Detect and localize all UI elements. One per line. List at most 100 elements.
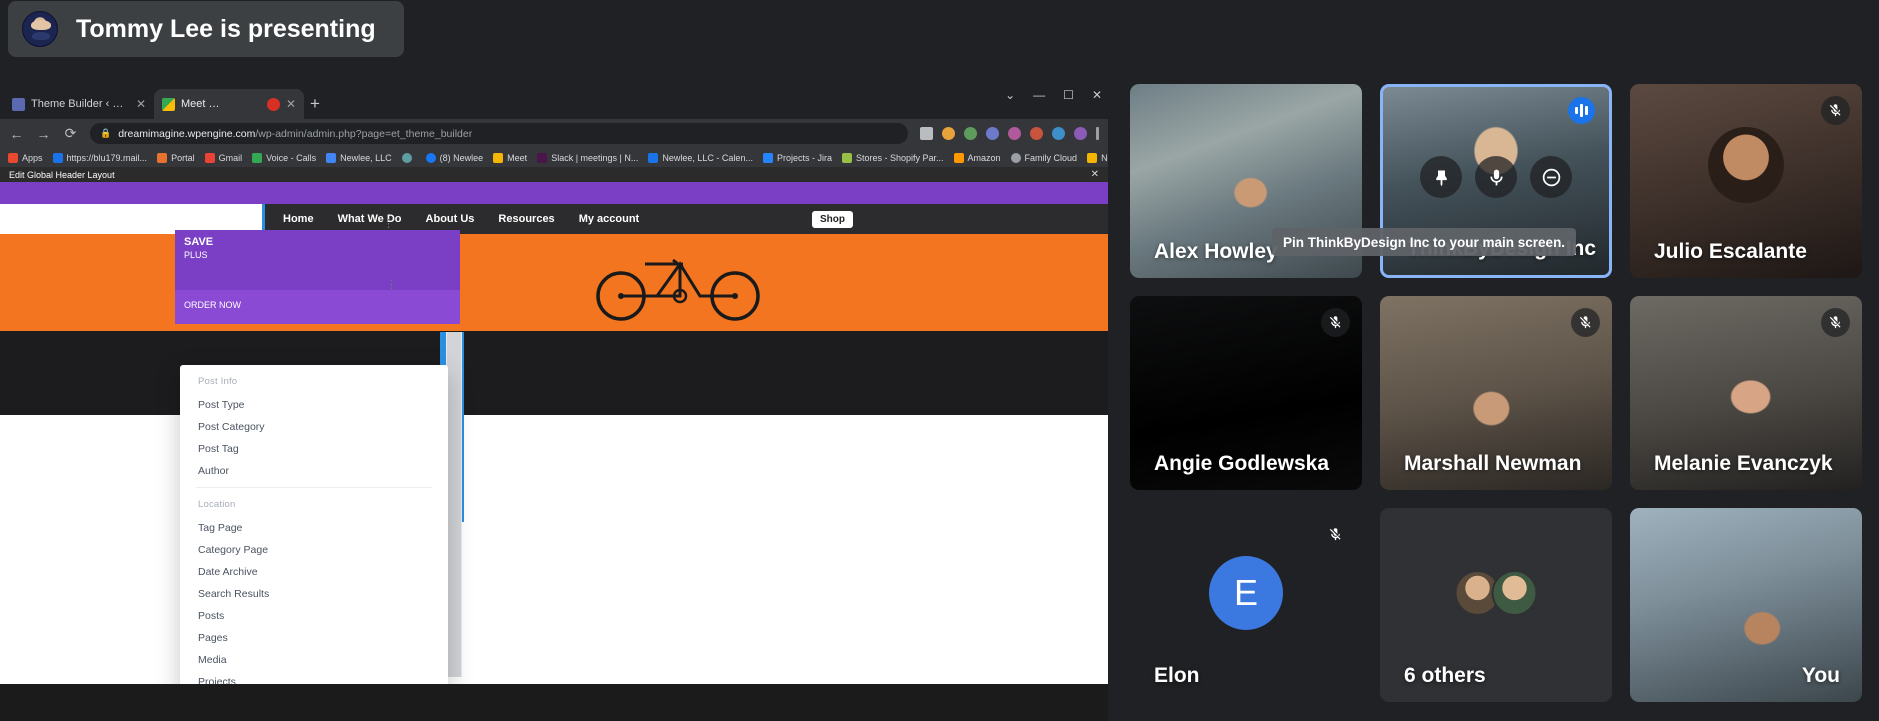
participant-tile-elon[interactable]: E Elon xyxy=(1130,508,1362,702)
dropdown-item-post-type[interactable]: Post Type xyxy=(180,394,448,416)
divi-dynamic-content-dropdown[interactable]: Post Info Post Type Post Category Post T… xyxy=(180,365,448,684)
module-settings-icon[interactable]: ⋮ xyxy=(383,217,394,230)
participant-tile-marshall-newman[interactable]: Marshall Newman xyxy=(1380,296,1612,490)
participant-tile-angie-godlewska[interactable]: Angie Godlewska xyxy=(1130,296,1362,490)
mic-button[interactable] xyxy=(1475,156,1517,199)
bookmark-label: (8) Newlee xyxy=(439,152,484,163)
dropdown-item-tag-page[interactable]: Tag Page xyxy=(180,517,448,539)
back-icon[interactable]: ← xyxy=(9,126,24,142)
bookmark-item[interactable]: Projects - Jira xyxy=(762,152,832,163)
bookmark-favicon xyxy=(648,152,659,163)
dark-section xyxy=(0,331,1108,415)
bookmark-item[interactable] xyxy=(401,152,416,163)
participant-name: Angie Godlewska xyxy=(1154,452,1330,475)
dropdown-item-pages[interactable]: Pages xyxy=(180,627,448,649)
shop-button[interactable]: Shop xyxy=(812,210,853,228)
bookmark-item[interactable]: Stores - Shopify Par... xyxy=(841,152,944,163)
bicycle-image xyxy=(596,258,760,321)
dropdown-item-posts[interactable]: Posts xyxy=(180,605,448,627)
dropdown-item-search-results[interactable]: Search Results xyxy=(180,583,448,605)
dropdown-item-post-category[interactable]: Post Category xyxy=(180,416,448,438)
dropdown-item-date-archive[interactable]: Date Archive xyxy=(180,561,448,583)
bookmark-item[interactable]: (8) Newlee xyxy=(425,152,484,163)
new-tab-button[interactable]: + xyxy=(310,94,320,114)
bookmark-item[interactable]: Amazon xyxy=(953,152,1001,163)
bookmark-item[interactable]: Slack | meetings | N... xyxy=(537,152,639,163)
bookmark-star-icon[interactable] xyxy=(920,127,933,140)
participant-tile-others[interactable]: 6 others xyxy=(1380,508,1612,702)
bookmark-item[interactable]: https://blu179.mail... xyxy=(52,152,147,163)
module-settings-icon[interactable]: ⋮ xyxy=(386,278,397,291)
nav-item-my-account[interactable]: My account xyxy=(579,213,640,225)
speaking-indicator-icon xyxy=(1568,97,1595,124)
bookmark-favicon xyxy=(326,152,337,163)
nav-item-home[interactable]: Home xyxy=(283,213,314,225)
participant-tile-you[interactable]: You xyxy=(1630,508,1862,702)
extension-icon[interactable] xyxy=(964,127,977,140)
bookmark-item[interactable]: Voice - Calls xyxy=(252,152,316,163)
bookmark-label: Amazon xyxy=(967,152,1001,163)
url-path: /wp-admin/admin.php?page=et_theme_builde… xyxy=(255,127,473,140)
microphone-icon xyxy=(1489,169,1503,186)
tab-favicon xyxy=(12,97,25,111)
mute-badge xyxy=(1321,520,1350,549)
maximize-button[interactable]: ☐ xyxy=(1063,88,1074,102)
chrome-menu-icon[interactable] xyxy=(1096,127,1099,140)
site-navigation: Home What We Do About Us Resources My ac… xyxy=(0,204,1108,234)
address-bar[interactable]: 🔒 dreamimagine.wpengine.com/wp-admin/adm… xyxy=(90,123,908,144)
extension-icon[interactable] xyxy=(986,127,999,140)
extension-icon[interactable] xyxy=(942,127,955,140)
dropdown-item-author[interactable]: Author xyxy=(180,460,448,482)
others-avatar-stack xyxy=(1454,570,1538,617)
pin-button[interactable] xyxy=(1420,156,1462,199)
promo-cta: ORDER NOW xyxy=(184,300,241,310)
bookmark-label: Newlee Work xyxy=(1101,152,1108,163)
profile-chevron-icon[interactable]: ⌄ xyxy=(1005,88,1015,102)
bookmark-item[interactable]: Newlee, LLC - Calen... xyxy=(648,152,753,163)
participant-tile-melanie-evanczyk[interactable]: Melanie Evanczyk xyxy=(1630,296,1862,490)
tile-hover-controls xyxy=(1420,156,1572,199)
extension-icon[interactable] xyxy=(1030,127,1043,140)
bookmark-item[interactable]: Newlee, LLC xyxy=(326,152,392,163)
bookmark-item[interactable]: Newlee Work xyxy=(1087,152,1108,163)
reload-icon[interactable]: ⟳ xyxy=(63,125,78,142)
dropdown-item-projects[interactable]: Projects xyxy=(180,671,448,684)
bookmark-item[interactable]: Gmail xyxy=(204,152,242,163)
nav-item-resources[interactable]: Resources xyxy=(498,213,554,225)
nav-item-about-us[interactable]: About Us xyxy=(426,213,475,225)
minimize-button[interactable]: — xyxy=(1033,88,1045,102)
mute-badge xyxy=(1821,96,1850,125)
mute-badge xyxy=(1321,308,1350,337)
bookmark-label: Projects - Jira xyxy=(776,152,832,163)
mute-badge xyxy=(1821,308,1850,337)
bookmark-item[interactable]: Family Cloud xyxy=(1010,152,1077,163)
browser-tab-theme-builder[interactable]: Theme Builder ‹ Divi DFW Testing ✕ xyxy=(4,89,154,119)
browser-tab-meet[interactable]: Meet - igz-mtuu-cni ✕ xyxy=(154,89,304,119)
dropdown-item-category-page[interactable]: Category Page xyxy=(180,539,448,561)
forward-icon[interactable]: → xyxy=(36,126,51,142)
bookmark-favicon xyxy=(157,152,168,163)
shared-screen-area: Theme Builder ‹ Divi DFW Testing ✕ Meet … xyxy=(0,84,1108,721)
bookmark-apps[interactable]: Apps xyxy=(8,152,43,163)
dropdown-item-post-tag[interactable]: Post Tag xyxy=(180,438,448,460)
bookmark-item[interactable]: Portal xyxy=(157,152,195,163)
divi-edit-title: Edit Global Header Layout xyxy=(9,169,115,180)
participant-tile-julio-escalante[interactable]: Julio Escalante xyxy=(1630,84,1862,278)
profile-avatar-icon[interactable] xyxy=(1074,127,1087,140)
divi-edit-bar: Edit Global Header Layout ✕ xyxy=(0,167,1108,182)
extension-icon[interactable] xyxy=(1052,127,1065,140)
bookmark-favicon xyxy=(52,152,63,163)
close-window-button[interactable]: ✕ xyxy=(1092,88,1102,102)
bookmark-favicon xyxy=(1087,152,1098,163)
close-icon[interactable]: ✕ xyxy=(286,97,296,111)
bookmark-label: Slack | meetings | N... xyxy=(551,152,639,163)
dropdown-item-media[interactable]: Media xyxy=(180,649,448,671)
close-icon[interactable]: ✕ xyxy=(136,97,146,111)
close-icon[interactable]: ✕ xyxy=(1091,169,1099,180)
extension-icon[interactable] xyxy=(1008,127,1021,140)
url-host: dreamimagine.wpengine.com xyxy=(118,127,256,140)
bookmark-item[interactable]: Meet xyxy=(493,152,527,163)
promo-title: SAVE xyxy=(184,236,214,248)
scrollbar-thumb[interactable] xyxy=(447,332,461,677)
remove-button[interactable] xyxy=(1530,156,1572,199)
